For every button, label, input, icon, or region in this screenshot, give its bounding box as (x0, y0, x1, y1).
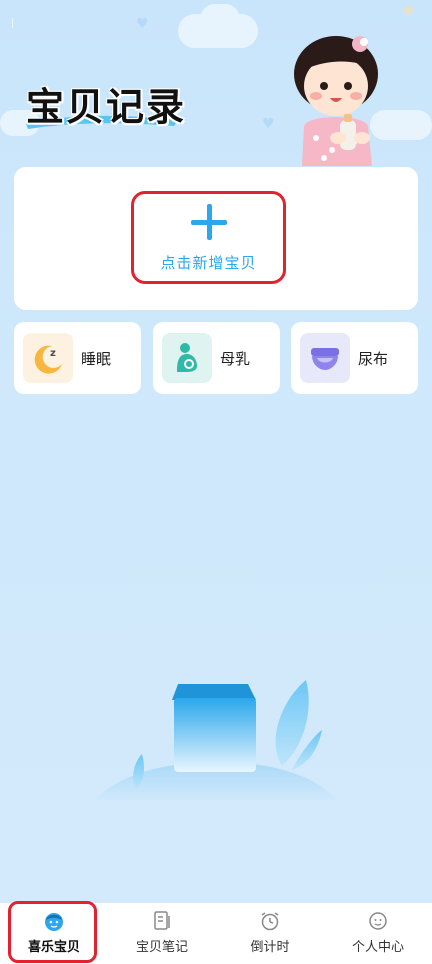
add-baby-button[interactable]: 点击新增宝贝 (131, 191, 286, 284)
baby-illustration (294, 36, 378, 166)
nav-label-notes: 宝贝笔记 (135, 940, 188, 955)
plus-icon (189, 202, 229, 242)
quick-action-breastfeeding-label: 母乳 (220, 349, 251, 368)
app-screen: ♥ ♥ ♥ 宝贝记录 点击新增宝贝 z 睡眠 母乳 尿布 喜乐宝贝 宝贝笔记 倒… (0, 0, 432, 964)
alarm-clock-icon (258, 909, 282, 933)
page-title: 宝贝记录 (26, 85, 187, 129)
nav-item-countdown[interactable]: 倒计时 (216, 903, 324, 964)
quick-action-breastfeeding[interactable]: 母乳 (153, 322, 280, 394)
quick-action-sleep-label: 睡眠 (81, 349, 112, 368)
baby-face-icon (42, 909, 66, 933)
cloud-decoration (200, 4, 240, 34)
profile-face-icon (366, 909, 390, 933)
bottom-nav: 喜乐宝贝 宝贝笔记 倒计时 个人中心 (0, 903, 432, 964)
moon-icon: z (23, 333, 73, 383)
heart-decoration: ♥ (402, 4, 415, 20)
notebook-icon (150, 909, 174, 933)
quick-action-diaper[interactable]: 尿布 (291, 322, 418, 394)
nav-item-notes[interactable]: 宝贝笔记 (108, 903, 216, 964)
nav-item-home[interactable]: 喜乐宝贝 (0, 903, 108, 964)
add-baby-label: 点击新增宝贝 (160, 254, 257, 272)
empty-box-illustration (96, 680, 336, 800)
breastfeeding-icon (162, 333, 212, 383)
heart-decoration: ♥ (262, 116, 275, 132)
diaper-icon (300, 333, 350, 383)
nav-label-countdown: 倒计时 (250, 940, 290, 955)
status-indicator (12, 18, 16, 28)
quick-action-sleep[interactable]: z 睡眠 (14, 322, 141, 394)
heart-decoration: ♥ (136, 16, 149, 32)
nav-label-home: 喜乐宝贝 (27, 940, 80, 955)
svg-text:z: z (50, 348, 56, 359)
nav-label-profile: 个人中心 (351, 940, 404, 955)
quick-action-diaper-label: 尿布 (358, 349, 389, 368)
nav-item-profile[interactable]: 个人中心 (324, 903, 432, 964)
